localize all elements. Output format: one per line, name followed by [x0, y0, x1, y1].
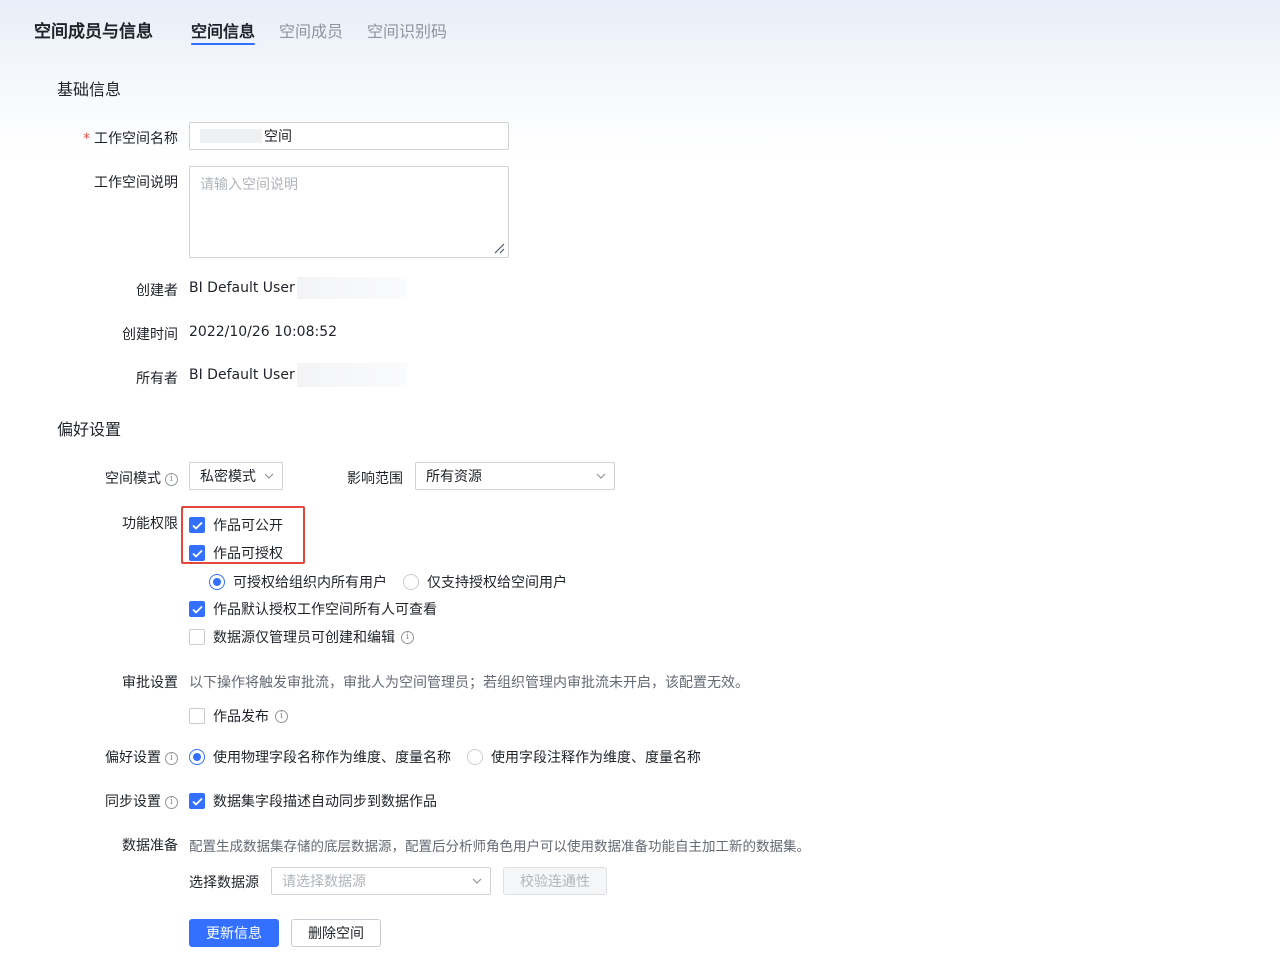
checkbox-unchecked[interactable] — [189, 708, 205, 724]
active-tab-indicator — [191, 43, 255, 45]
highlight-box — [181, 506, 305, 564]
space-mode-label-text: 空间模式 — [105, 471, 161, 487]
default-view-label: 作品默认授权工作空间所有人可查看 — [213, 602, 437, 618]
workspace-desc-placeholder: 请输入空间说明 — [200, 177, 298, 193]
pref-settings-label: 偏好设置 i — [18, 747, 178, 767]
creator-label: 创建者 — [136, 283, 178, 299]
required-mark: * — [83, 131, 90, 147]
pref-radio-comment-label: 使用字段注释作为维度、度量名称 — [491, 750, 701, 766]
sync-option-label: 数据集字段描述自动同步到数据作品 — [213, 794, 437, 810]
radio-selected[interactable] — [209, 574, 225, 590]
workspace-name-value: 空间 — [264, 129, 292, 145]
space-mode-select[interactable]: 私密模式 — [189, 462, 283, 490]
space-mode-label: 空间模式 i — [18, 468, 178, 488]
pref-settings-label-text: 偏好设置 — [105, 750, 161, 766]
scope-select[interactable]: 所有资源 — [415, 462, 615, 490]
pref-radio-comment[interactable]: 使用字段注释作为维度、度量名称 — [467, 747, 701, 767]
approval-publish-option[interactable]: 作品发布 i — [189, 706, 288, 726]
workspace-name-input[interactable]: 空间 — [189, 122, 509, 150]
creator-value: BI Default User — [189, 277, 407, 299]
redacted-owner — [296, 363, 407, 387]
default-view-option[interactable]: 作品默认授权工作空间所有人可查看 — [189, 599, 437, 619]
owner-value: BI Default User — [189, 363, 407, 387]
redacted-creator — [296, 277, 407, 299]
info-icon[interactable]: i — [401, 630, 414, 644]
info-icon[interactable]: i — [275, 709, 288, 723]
grant-radio-all-label: 可授权给组织内所有用户 — [233, 575, 387, 591]
info-icon[interactable]: i — [165, 751, 178, 765]
creator-name: BI Default User — [189, 280, 295, 296]
workspace-desc-textarea[interactable]: 请输入空间说明 — [189, 166, 509, 258]
scope-value: 所有资源 — [426, 469, 482, 485]
ds-admin-only-label: 数据源仅管理员可创建和编辑 — [213, 630, 395, 646]
chevron-down-icon — [596, 473, 606, 479]
pref-radio-physical-label: 使用物理字段名称作为维度、度量名称 — [213, 750, 451, 766]
update-info-button[interactable]: 更新信息 — [189, 919, 279, 947]
dataprep-label: 数据准备 — [122, 838, 178, 854]
redacted-name — [200, 129, 262, 143]
grant-radio-space-label: 仅支持授权给空间用户 — [427, 575, 567, 591]
resize-handle-icon[interactable] — [493, 242, 505, 254]
chevron-down-icon — [264, 473, 274, 479]
delete-space-button[interactable]: 删除空间 — [291, 919, 381, 947]
page-title: 空间成员与信息 — [34, 22, 153, 42]
checkbox-checked[interactable] — [189, 793, 205, 809]
verify-connectivity-button[interactable]: 校验连通性 — [503, 867, 607, 895]
sync-settings-label: 同步设置 i — [18, 791, 178, 811]
section-basic-info: 基础信息 — [57, 80, 122, 99]
info-icon[interactable]: i — [165, 795, 178, 809]
tab-space-info[interactable]: 空间信息 — [191, 18, 255, 42]
info-icon[interactable]: i — [165, 472, 178, 486]
radio-unselected[interactable] — [403, 574, 419, 590]
tab-space-members[interactable]: 空间成员 — [279, 18, 343, 42]
section-preferences: 偏好设置 — [57, 420, 122, 439]
owner-name: BI Default User — [189, 367, 295, 383]
workspace-desc-label: 工作空间说明 — [94, 175, 178, 191]
sync-settings-label-text: 同步设置 — [105, 794, 161, 810]
grant-radio-space[interactable]: 仅支持授权给空间用户 — [403, 572, 567, 592]
radio-selected[interactable] — [189, 749, 205, 765]
datasource-select[interactable]: 请选择数据源 — [271, 867, 491, 895]
approval-publish-label: 作品发布 — [213, 709, 269, 725]
ds-select-label: 选择数据源 — [189, 875, 259, 891]
created-time-value: 2022/10/26 10:08:52 — [189, 324, 338, 340]
workspace-name-label: * 工作空间名称 — [18, 128, 178, 148]
space-mode-value: 私密模式 — [200, 469, 256, 485]
datasource-select-placeholder: 请选择数据源 — [282, 874, 366, 890]
chevron-down-icon — [472, 878, 482, 884]
tab-space-code[interactable]: 空间识别码 — [367, 18, 447, 42]
scope-label: 影响范围 — [347, 471, 403, 487]
permissions-label: 功能权限 — [122, 516, 178, 532]
checkbox-unchecked[interactable] — [189, 629, 205, 645]
sync-option[interactable]: 数据集字段描述自动同步到数据作品 — [189, 791, 437, 811]
dataprep-hint: 配置生成数据集存储的底层数据源，配置后分析师角色用户可以使用数据准备功能自主加工… — [189, 839, 810, 855]
workspace-name-label-text: 工作空间名称 — [94, 131, 178, 147]
radio-unselected[interactable] — [467, 749, 483, 765]
checkbox-checked[interactable] — [189, 601, 205, 617]
created-time-label: 创建时间 — [122, 327, 178, 343]
approval-label: 审批设置 — [122, 675, 178, 691]
approval-hint: 以下操作将触发审批流，审批人为空间管理员；若组织管理内审批流未开启，该配置无效。 — [189, 675, 749, 691]
owner-label: 所有者 — [136, 371, 178, 387]
pref-radio-physical[interactable]: 使用物理字段名称作为维度、度量名称 — [189, 747, 451, 767]
grant-radio-all[interactable]: 可授权给组织内所有用户 — [209, 572, 387, 592]
ds-admin-only-option[interactable]: 数据源仅管理员可创建和编辑 i — [189, 627, 414, 647]
